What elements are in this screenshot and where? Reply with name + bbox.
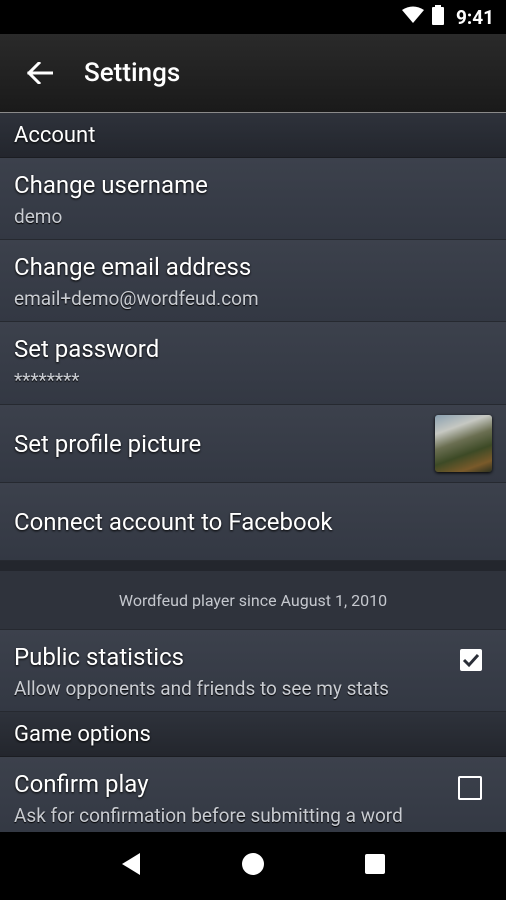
section-header-game-options: Game options <box>0 712 506 757</box>
public-statistics-item[interactable]: Public statistics Allow opponents and fr… <box>0 630 506 712</box>
settings-list[interactable]: Account Change username demo Change emai… <box>0 113 506 832</box>
checkmark-icon <box>462 653 480 668</box>
app-bar: Settings <box>0 34 506 113</box>
wifi-icon <box>401 6 424 28</box>
status-time: 9:41 <box>455 5 494 29</box>
connect-facebook-item[interactable]: Connect account to Facebook <box>0 483 506 561</box>
change-email-item[interactable]: Change email address email+demo@wordfeud… <box>0 240 506 322</box>
change-username-label: Change username <box>14 171 208 199</box>
confirm-play-item[interactable]: Confirm play Ask for confirmation before… <box>0 757 506 832</box>
public-statistics-label: Public statistics <box>14 643 185 671</box>
status-bar: 9:41 <box>0 0 506 34</box>
username-value: demo <box>14 205 63 228</box>
back-arrow-icon[interactable] <box>22 55 58 91</box>
confirm-play-checkbox[interactable] <box>458 776 482 800</box>
page-title: Settings <box>84 58 181 88</box>
change-email-label: Change email address <box>14 253 252 281</box>
confirm-play-description: Ask for confirmation before submitting a… <box>14 804 403 827</box>
connect-facebook-label: Connect account to Facebook <box>14 507 333 536</box>
profile-picture-thumbnail <box>435 415 492 472</box>
player-since-text: Wordfeud player since August 1, 2010 <box>0 571 506 630</box>
email-value: email+demo@wordfeud.com <box>14 287 259 310</box>
nav-back-icon[interactable] <box>120 852 142 880</box>
section-header-account: Account <box>0 113 506 158</box>
public-statistics-checkbox[interactable] <box>460 649 482 671</box>
public-statistics-description: Allow opponents and friends to see my st… <box>14 677 389 700</box>
set-password-item[interactable]: Set password ******** <box>0 322 506 405</box>
set-password-label: Set password <box>14 335 160 363</box>
battery-icon <box>431 5 444 29</box>
confirm-play-label: Confirm play <box>14 770 149 798</box>
password-value: ******** <box>14 369 80 392</box>
divider <box>0 561 506 571</box>
set-profile-picture-item[interactable]: Set profile picture <box>0 405 506 483</box>
navigation-bar <box>0 832 506 900</box>
nav-home-icon[interactable] <box>241 852 265 880</box>
set-profile-picture-label: Set profile picture <box>14 429 202 458</box>
change-username-item[interactable]: Change username demo <box>0 158 506 240</box>
nav-recent-icon[interactable] <box>364 853 386 879</box>
